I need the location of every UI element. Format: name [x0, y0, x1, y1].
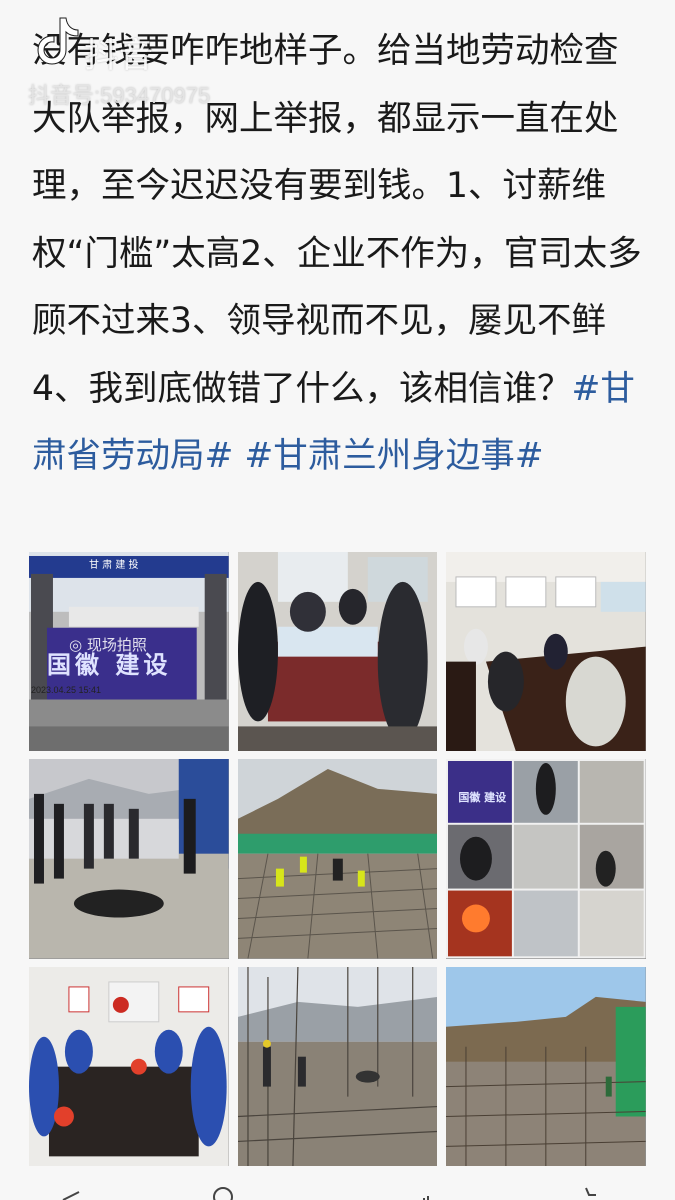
photo-conference-room-image [446, 552, 646, 752]
photo-rebar-workers[interactable] [237, 966, 438, 1166]
photo-grid: 甘 肃 建 投 ◎ 现场拍照 国徽 建设 2023.04.25 15:41 国徽… [29, 552, 646, 1166]
douyin-watermark: 抖音 抖音号:593470975 [22, 14, 262, 109]
photo-construction-gate[interactable]: 甘 肃 建 投 ◎ 现场拍照 国徽 建设 2023.04.25 15:41 [29, 552, 229, 752]
photo-collage[interactable]: 国徽 建设 [446, 759, 646, 959]
gate-header-text: 甘 肃 建 投 [89, 560, 139, 571]
watermark-brand: 抖音 [84, 36, 154, 76]
photo-construction-site-wide[interactable] [446, 966, 646, 1166]
photo-conference-room[interactable] [446, 552, 646, 752]
photo-workers-on-ground-image [29, 759, 229, 959]
banner-text: 国徽 建设 [47, 651, 172, 679]
photo-construction-site-wide-image [446, 966, 646, 1166]
favorite-icon[interactable] [575, 1186, 597, 1200]
bottom-action-bar [0, 1182, 675, 1200]
photo-meeting-documents[interactable] [237, 552, 438, 752]
photo-workers-on-ground[interactable] [29, 759, 229, 959]
photo-timestamp: 2023.04.25 15:41 [31, 685, 102, 695]
photo-rebar-site-mountain-image [237, 759, 438, 959]
photo-workers-blue-uniform-image [29, 966, 229, 1166]
photo-rebar-workers-image [237, 966, 438, 1166]
tiktok-note-icon [36, 14, 80, 66]
collage-banner-text: 国徽 建设 [458, 791, 507, 805]
comment-icon[interactable] [212, 1186, 234, 1200]
photo-rebar-site-mountain[interactable] [237, 759, 438, 959]
like-icon[interactable] [420, 1186, 442, 1200]
share-icon[interactable] [60, 1186, 82, 1200]
hashtag-link[interactable]: #甘肃兰州身边事# [244, 436, 543, 476]
photo-workers-blue-uniform[interactable] [29, 966, 229, 1166]
photo-meeting-documents-image [237, 552, 438, 752]
watermark-account-id: 抖音号:593470975 [28, 83, 211, 108]
